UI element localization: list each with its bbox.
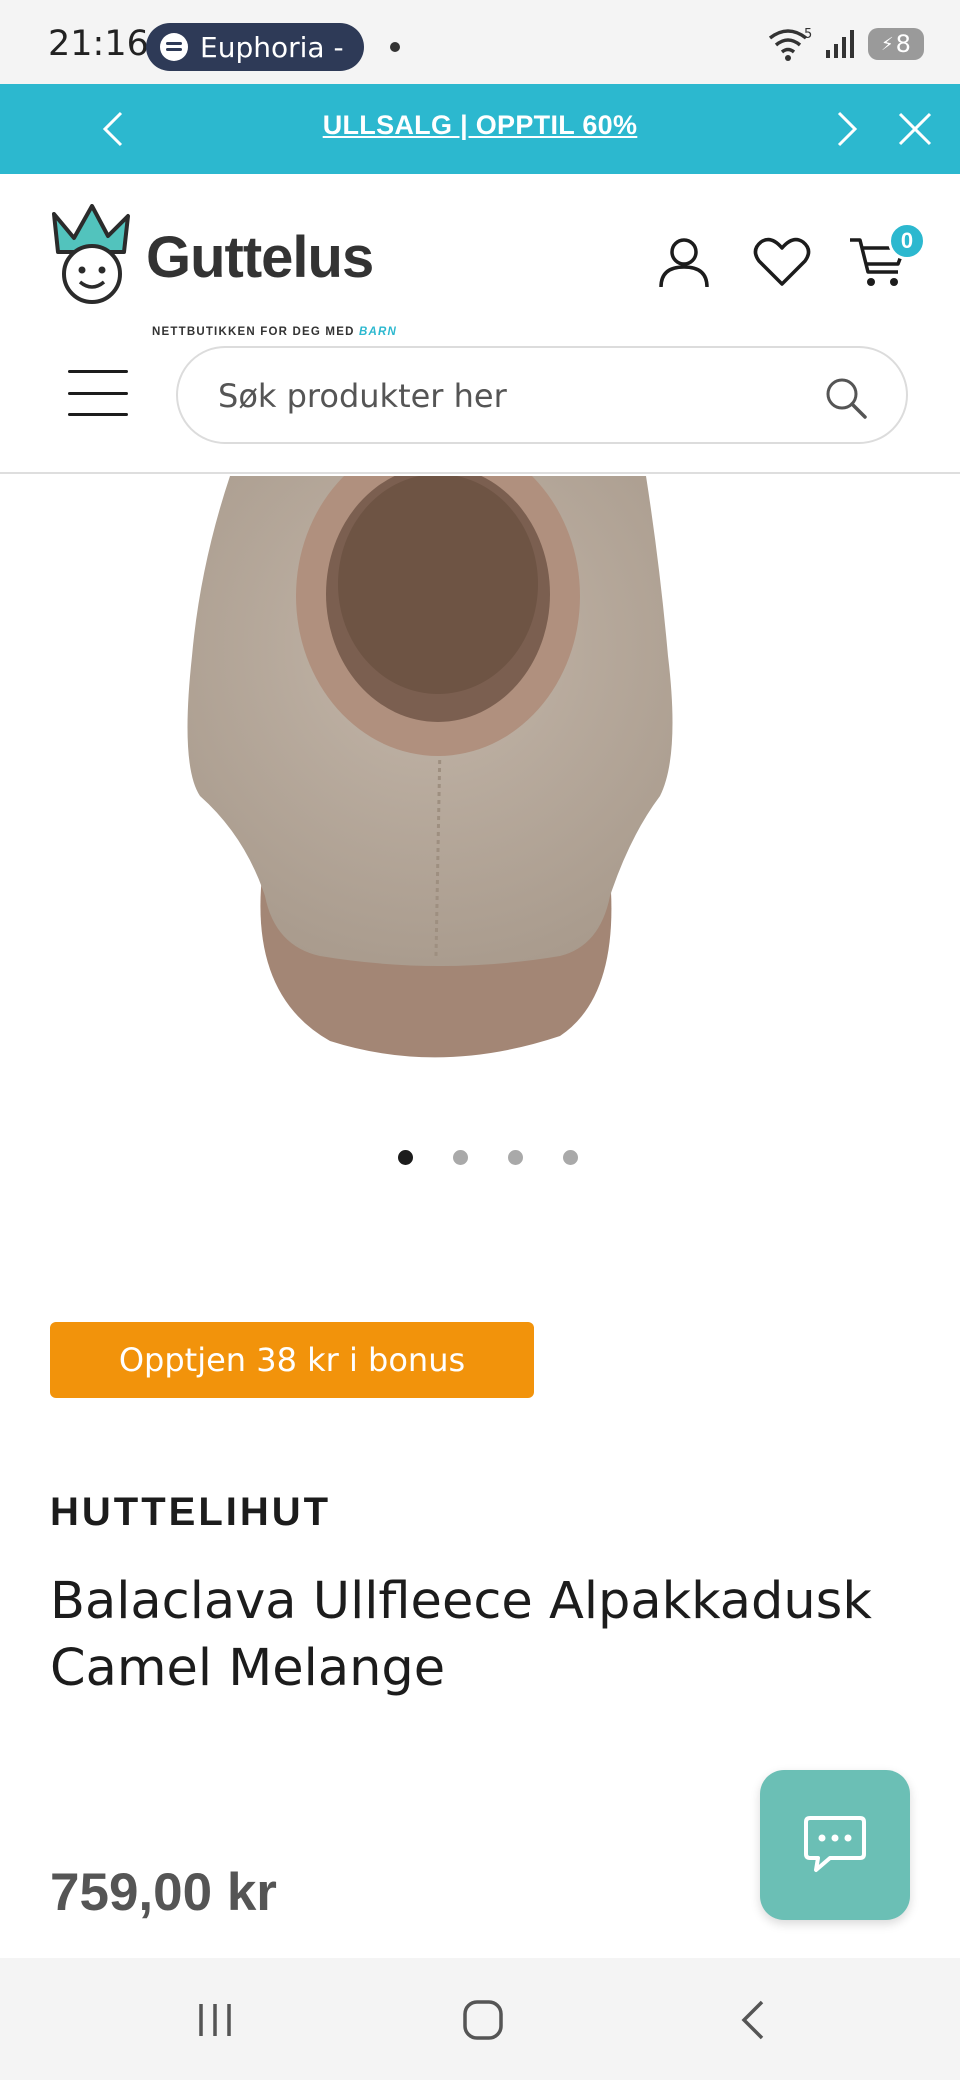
media-notification-pill[interactable]: Euphoria -	[146, 23, 364, 71]
chat-button[interactable]	[760, 1770, 910, 1920]
back-icon	[741, 2000, 764, 2040]
search-icon[interactable]	[824, 376, 868, 420]
status-time: 21:16	[48, 24, 149, 64]
status-bar: 21:16 Euphoria - 5 ⚡ 8	[0, 0, 960, 84]
home-icon	[463, 2000, 503, 2040]
hamburger-icon-line	[68, 370, 128, 373]
site-logo[interactable]: Guttelus NETTBUTIKKEN FOR DEG MED BARN	[52, 204, 432, 338]
spotify-icon	[160, 33, 188, 61]
recent-apps-icon	[199, 2004, 231, 2036]
product-price: 759,00 kr	[50, 1863, 277, 1922]
home-button[interactable]	[448, 1988, 518, 2052]
recent-apps-button[interactable]	[180, 1988, 250, 2052]
carousel-dot[interactable]	[453, 1150, 468, 1165]
promo-link[interactable]: ULLSALG | OPPTIL 60%	[0, 110, 960, 141]
logo-tagline-text: NETTBUTIKKEN FOR DEG MED	[152, 326, 355, 338]
bonus-badge: Opptjen 38 kr i bonus	[50, 1322, 534, 1398]
account-button[interactable]	[652, 230, 716, 294]
signal-icon	[826, 30, 854, 58]
carousel-dots	[0, 1150, 960, 1165]
status-icons: 5 ⚡ 8	[766, 26, 924, 62]
cart-count-badge: 0	[888, 222, 926, 260]
chat-bubble-icon	[804, 1816, 866, 1872]
carousel-dot[interactable]	[508, 1150, 523, 1165]
logo-tagline: NETTBUTIKKEN FOR DEG MED BARN	[152, 326, 397, 338]
user-icon	[659, 238, 709, 288]
close-icon	[898, 112, 932, 146]
promo-close-button[interactable]	[892, 106, 938, 152]
battery-icon: ⚡ 8	[868, 28, 924, 60]
promo-banner: ULLSALG | OPPTIL 60%	[0, 84, 960, 174]
logo-tagline-accent: BARN	[358, 326, 398, 338]
search-input[interactable]	[218, 370, 778, 422]
carousel-dot[interactable]	[563, 1150, 578, 1165]
crown-face-logo-icon	[52, 204, 130, 304]
back-button[interactable]	[718, 1988, 788, 2052]
carousel-dot[interactable]	[398, 1150, 413, 1165]
battery-level: 8	[895, 30, 911, 58]
product-title: Balaclava Ullfleece Alpakkadusk Camel Me…	[50, 1572, 872, 1698]
system-nav-bar	[0, 1958, 960, 2080]
balaclava-product-image	[187, 436, 673, 1058]
hamburger-icon-line	[68, 391, 128, 395]
heart-icon	[753, 237, 811, 286]
promo-next-button[interactable]	[824, 106, 870, 152]
logo-wordmark: Guttelus	[146, 225, 374, 290]
site-header: Guttelus NETTBUTIKKEN FOR DEG MED BARN 0	[0, 174, 960, 474]
notification-dot-icon	[390, 42, 400, 52]
product-brand[interactable]: HUTTELIHUT	[50, 1490, 331, 1535]
menu-button[interactable]	[68, 370, 128, 416]
network-label: 5	[804, 27, 812, 42]
wishlist-button[interactable]	[750, 230, 814, 294]
media-title: Euphoria -	[200, 30, 344, 64]
hamburger-icon-line	[68, 413, 128, 416]
chevron-right-icon	[837, 111, 858, 147]
search-bar	[176, 346, 908, 444]
product-image[interactable]	[0, 436, 960, 1096]
wifi-icon: 5	[768, 27, 812, 61]
